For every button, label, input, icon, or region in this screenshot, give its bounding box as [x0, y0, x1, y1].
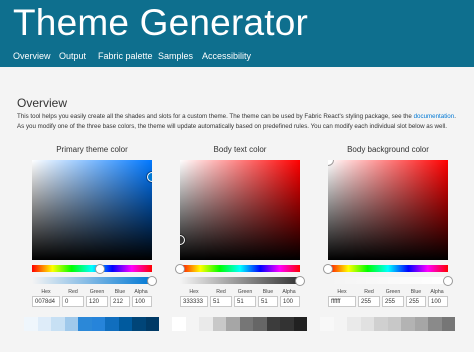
- color-swatch[interactable]: [118, 317, 132, 331]
- color-swatch[interactable]: [360, 317, 374, 331]
- red-field[interactable]: 0: [62, 296, 84, 307]
- saturation-value-area[interactable]: [32, 160, 152, 260]
- overview-heading: Overview: [17, 96, 68, 110]
- green-field[interactable]: 51: [234, 296, 256, 307]
- hex-label: Hex: [41, 289, 51, 295]
- description-period: .: [454, 113, 456, 120]
- hex-label: Hex: [337, 289, 347, 295]
- alpha-label: Alpha: [134, 289, 148, 295]
- alpha-slider[interactable]: [180, 276, 305, 286]
- color-swatch[interactable]: [253, 317, 267, 331]
- alpha-field[interactable]: 100: [428, 296, 448, 307]
- color-handle[interactable]: [147, 172, 152, 182]
- red-label: Red: [364, 289, 374, 295]
- hue-slider[interactable]: [32, 264, 152, 274]
- value-gradient: [180, 160, 300, 260]
- alpha-thumb[interactable]: [295, 276, 305, 286]
- green-field[interactable]: 255: [382, 296, 404, 307]
- green-field[interactable]: 120: [86, 296, 108, 307]
- alpha-label: Alpha: [282, 289, 296, 295]
- red-label: Red: [216, 289, 226, 295]
- color-swatch[interactable]: [51, 317, 65, 331]
- green-label: Green: [385, 289, 401, 295]
- color-swatch[interactable]: [132, 317, 146, 331]
- color-swatch[interactable]: [428, 317, 442, 331]
- app-title: Theme Generator: [13, 2, 309, 43]
- documentation-link[interactable]: documentation: [414, 113, 455, 120]
- green-label: Green: [89, 289, 105, 295]
- blue-label: Blue: [262, 289, 274, 295]
- blue-label: Blue: [114, 289, 126, 295]
- header-bar: Theme Generator Overview Output Fabric p…: [0, 0, 474, 67]
- color-swatch[interactable]: [37, 317, 51, 331]
- swatch-row: [172, 317, 307, 331]
- hue-slider[interactable]: [175, 264, 300, 274]
- color-swatch[interactable]: [320, 317, 334, 331]
- picker-title: Primary theme color: [56, 145, 128, 154]
- hex-field[interactable]: 333333: [180, 296, 208, 307]
- swatch-row: [24, 317, 159, 331]
- alpha-slider[interactable]: [328, 276, 453, 286]
- nav-output[interactable]: Output: [59, 51, 86, 61]
- hex-label: Hex: [189, 289, 199, 295]
- top-nav: Overview Output Fabric palette Samples A…: [0, 44, 474, 67]
- color-swatch[interactable]: [172, 317, 186, 331]
- color-swatch[interactable]: [78, 317, 92, 331]
- color-swatch[interactable]: [441, 317, 455, 331]
- color-swatch[interactable]: [212, 317, 226, 331]
- nav-samples[interactable]: Samples: [158, 51, 193, 61]
- color-swatch[interactable]: [185, 317, 199, 331]
- picker-title: Body background color: [347, 145, 429, 154]
- swatch-row: [320, 317, 455, 331]
- hue-slider[interactable]: [323, 264, 448, 274]
- color-swatch[interactable]: [347, 317, 361, 331]
- picker-title: Body text color: [213, 145, 267, 154]
- color-swatch[interactable]: [239, 317, 253, 331]
- color-swatch[interactable]: [64, 317, 78, 331]
- color-swatch[interactable]: [374, 317, 388, 331]
- alpha-label: Alpha: [430, 289, 444, 295]
- color-swatch[interactable]: [333, 317, 347, 331]
- color-swatch[interactable]: [401, 317, 415, 331]
- value-gradient: [32, 160, 152, 260]
- red-field[interactable]: 51: [210, 296, 232, 307]
- alpha-slider[interactable]: [32, 276, 157, 286]
- color-swatch[interactable]: [414, 317, 428, 331]
- overview-description: This tool helps you easily create all th…: [17, 112, 467, 132]
- hue-thumb[interactable]: [95, 264, 106, 274]
- red-label: Red: [68, 289, 78, 295]
- color-swatch[interactable]: [293, 317, 307, 331]
- alpha-field[interactable]: 100: [280, 296, 300, 307]
- saturation-value-area[interactable]: [180, 160, 300, 260]
- color-swatch[interactable]: [105, 317, 119, 331]
- nav-fabric-palette[interactable]: Fabric palette: [98, 51, 153, 61]
- hue-thumb[interactable]: [323, 264, 333, 274]
- color-swatch[interactable]: [24, 317, 38, 331]
- blue-field[interactable]: 255: [406, 296, 426, 307]
- blue-field[interactable]: 51: [258, 296, 278, 307]
- alpha-thumb[interactable]: [147, 276, 157, 286]
- green-label: Green: [237, 289, 253, 295]
- saturation-value-area[interactable]: [328, 160, 448, 260]
- red-field[interactable]: 255: [358, 296, 380, 307]
- color-swatch[interactable]: [280, 317, 294, 331]
- value-gradient: [328, 160, 448, 260]
- description-text-2: As you modify one of the three base colo…: [17, 123, 447, 130]
- alpha-field[interactable]: 100: [132, 296, 152, 307]
- hex-field[interactable]: 0078d4: [32, 296, 60, 307]
- blue-field[interactable]: 212: [110, 296, 130, 307]
- color-swatch[interactable]: [387, 317, 401, 331]
- color-swatch[interactable]: [199, 317, 213, 331]
- nav-accessibility[interactable]: Accessibility: [202, 51, 251, 61]
- blue-label: Blue: [410, 289, 422, 295]
- color-swatch[interactable]: [226, 317, 240, 331]
- description-text: This tool helps you easily create all th…: [17, 113, 414, 120]
- hue-thumb[interactable]: [175, 264, 185, 274]
- color-swatch[interactable]: [266, 317, 280, 331]
- nav-overview[interactable]: Overview: [13, 51, 51, 61]
- alpha-thumb[interactable]: [443, 276, 453, 286]
- color-swatch[interactable]: [91, 317, 105, 331]
- hex-field[interactable]: ffffff: [328, 296, 356, 307]
- color-swatch[interactable]: [145, 317, 159, 331]
